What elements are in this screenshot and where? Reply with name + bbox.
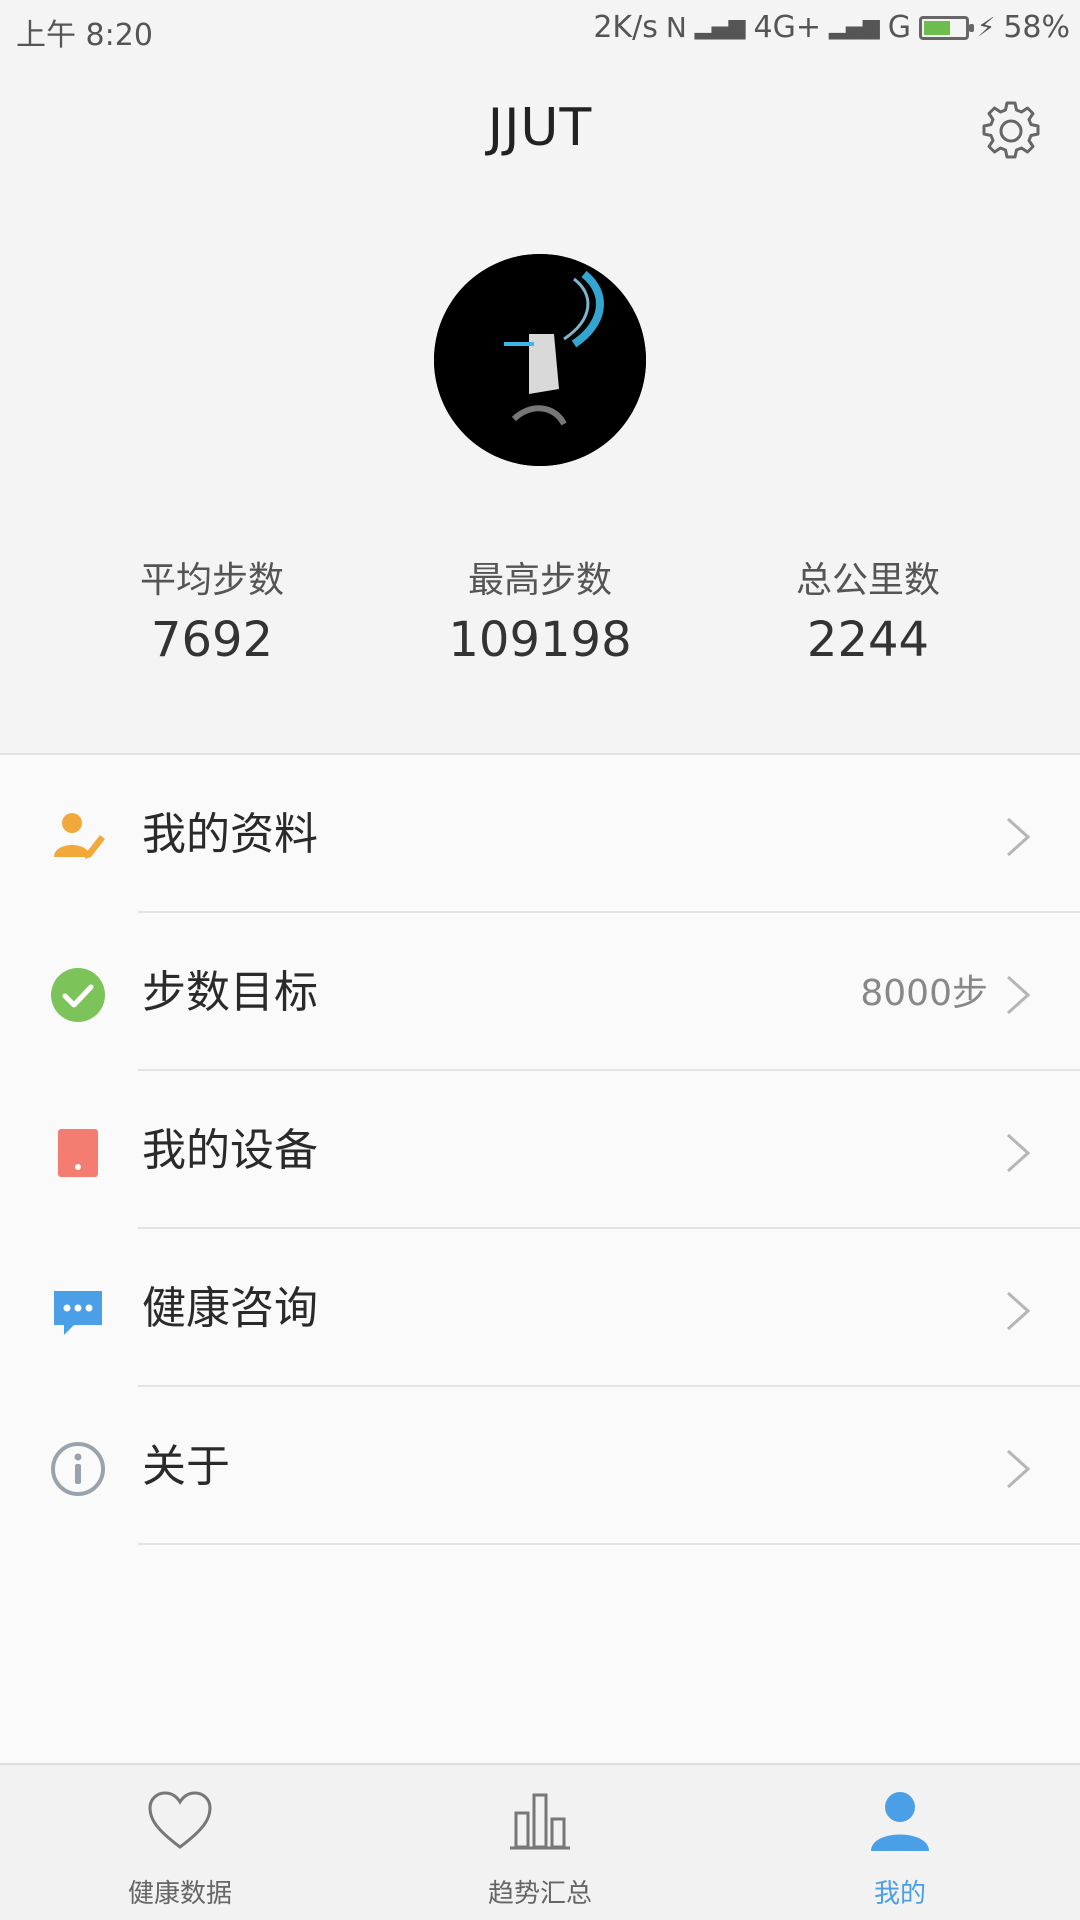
settings-menu: 我的资料 步数目标 8000步 我的设备 健康咨询 关于 xyxy=(0,753,1080,1765)
chevron-right-icon xyxy=(1006,1449,1031,1489)
stat-value: 109198 xyxy=(448,612,632,668)
network-type-1: 4G+ xyxy=(753,10,822,45)
divider xyxy=(138,1543,1080,1545)
chevron-right-icon xyxy=(1006,817,1031,857)
step-goal-value: 8000步 xyxy=(860,973,988,1014)
page-title: JJUT xyxy=(487,98,593,158)
stat-label: 总公里数 xyxy=(795,560,940,601)
tab-mine[interactable]: 我的 xyxy=(720,1765,1080,1920)
nfc-icon: N xyxy=(665,11,687,44)
profile-edit-icon xyxy=(50,809,106,865)
info-icon xyxy=(50,1441,106,1497)
status-time: 上午 8:20 xyxy=(16,18,153,53)
stat-value: 7692 xyxy=(150,612,274,668)
chevron-right-icon xyxy=(1006,1133,1031,1173)
stat-label: 平均步数 xyxy=(139,560,284,601)
nav-label: 趋势汇总 xyxy=(487,1879,592,1909)
avatar[interactable] xyxy=(434,254,646,466)
stat-total-km: 总公里数 2244 xyxy=(738,556,998,674)
menu-label: 健康咨询 xyxy=(142,1283,318,1334)
settings-button[interactable] xyxy=(976,96,1046,166)
device-icon xyxy=(50,1125,106,1181)
avatar-image xyxy=(434,254,646,466)
nav-label: 我的 xyxy=(873,1879,926,1909)
status-indicators: 2K/s N ▂▄▆ 4G+ ▂▄▆ G ⚡ 58% xyxy=(593,10,1070,45)
menu-item-step-goal[interactable]: 步数目标 8000步 xyxy=(0,913,1080,1071)
nav-label: 健康数据 xyxy=(127,1879,232,1909)
menu-label: 我的设备 xyxy=(142,1125,318,1176)
net-speed: 2K/s xyxy=(593,10,658,45)
bottom-nav: 健康数据 趋势汇总 我的 xyxy=(0,1763,1080,1920)
heart-icon xyxy=(145,1785,215,1855)
stat-label: 最高步数 xyxy=(467,560,612,601)
status-bar: 上午 8:20 2K/s N ▂▄▆ 4G+ ▂▄▆ G ⚡ 58% xyxy=(0,0,1080,62)
gear-icon xyxy=(982,101,1040,159)
signal-icon: ▂▄▆ xyxy=(694,15,746,40)
menu-item-about[interactable]: 关于 xyxy=(0,1387,1080,1545)
chevron-right-icon xyxy=(1006,975,1031,1015)
person-icon xyxy=(865,1785,935,1855)
tab-health-data[interactable]: 健康数据 xyxy=(0,1765,360,1920)
menu-item-devices[interactable]: 我的设备 xyxy=(0,1071,1080,1229)
signal-icon-2: ▂▄▆ xyxy=(829,15,880,40)
menu-item-profile[interactable]: 我的资料 xyxy=(0,755,1080,913)
menu-label: 关于 xyxy=(142,1441,230,1492)
stat-value: 2244 xyxy=(806,612,930,668)
battery-icon xyxy=(919,15,975,40)
charging-icon: ⚡ xyxy=(977,12,996,43)
menu-label: 步数目标 xyxy=(142,967,318,1018)
check-circle-icon xyxy=(50,967,106,1023)
battery-percent: 58% xyxy=(1003,10,1070,45)
stat-average-steps: 平均步数 7692 xyxy=(82,556,342,674)
menu-item-health-consult[interactable]: 健康咨询 xyxy=(0,1229,1080,1387)
bar-chart-icon xyxy=(505,1785,575,1855)
stat-max-steps: 最高步数 109198 xyxy=(410,556,670,674)
chevron-right-icon xyxy=(1006,1291,1031,1331)
menu-label: 我的资料 xyxy=(142,809,318,860)
chat-icon xyxy=(50,1283,106,1339)
network-type-2: G xyxy=(887,10,912,45)
tab-trends[interactable]: 趋势汇总 xyxy=(360,1765,720,1920)
